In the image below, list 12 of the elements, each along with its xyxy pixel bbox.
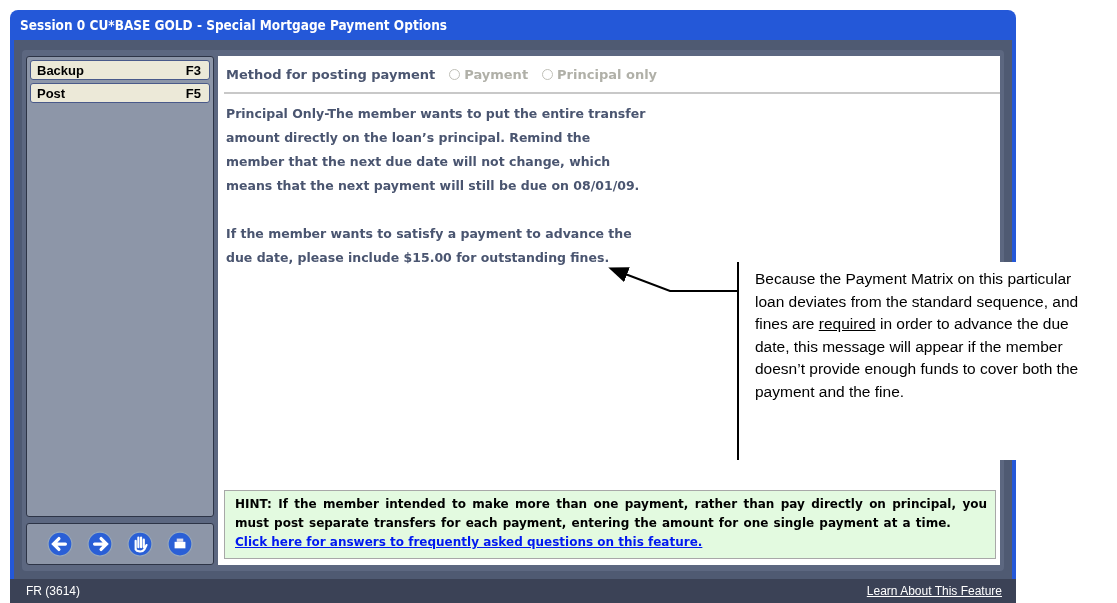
message-paragraph: Principal Only-The member wants to put the entire transfer amount directly on the loan’s principal. Remind the member that the next due date will not change, which means that the next payment will still be due on 08/01/09. [226,105,647,195]
sidebar-button[interactable]: Backup F3 [30,60,210,80]
method-label: Method for posting payment [226,66,436,82]
hint-text: HINT: If the member intended to make more than one payment, rather than pay directly on principal, you must post separate transfers for each payment, entering the amount for one single payment at a time. [235,496,987,532]
learn-link[interactable]: Learn About This Feature [866,584,1002,598]
printer-icon[interactable] [167,531,193,557]
sidebar-button[interactable]: Post F5 [30,83,210,103]
window-title: Session 0 CU*BASE GOLD - Special Mortgage Payment Options [20,17,448,33]
faq-link[interactable]: Click here for answers to frequently asked questions on this feature. [235,535,703,549]
hand-icon[interactable] [127,531,153,557]
status-code: FR (3614) [26,584,81,598]
message-paragraph: If the member wants to satisfy a payment to advance the due date, please include $15.00 for outstanding fines. [226,225,633,267]
